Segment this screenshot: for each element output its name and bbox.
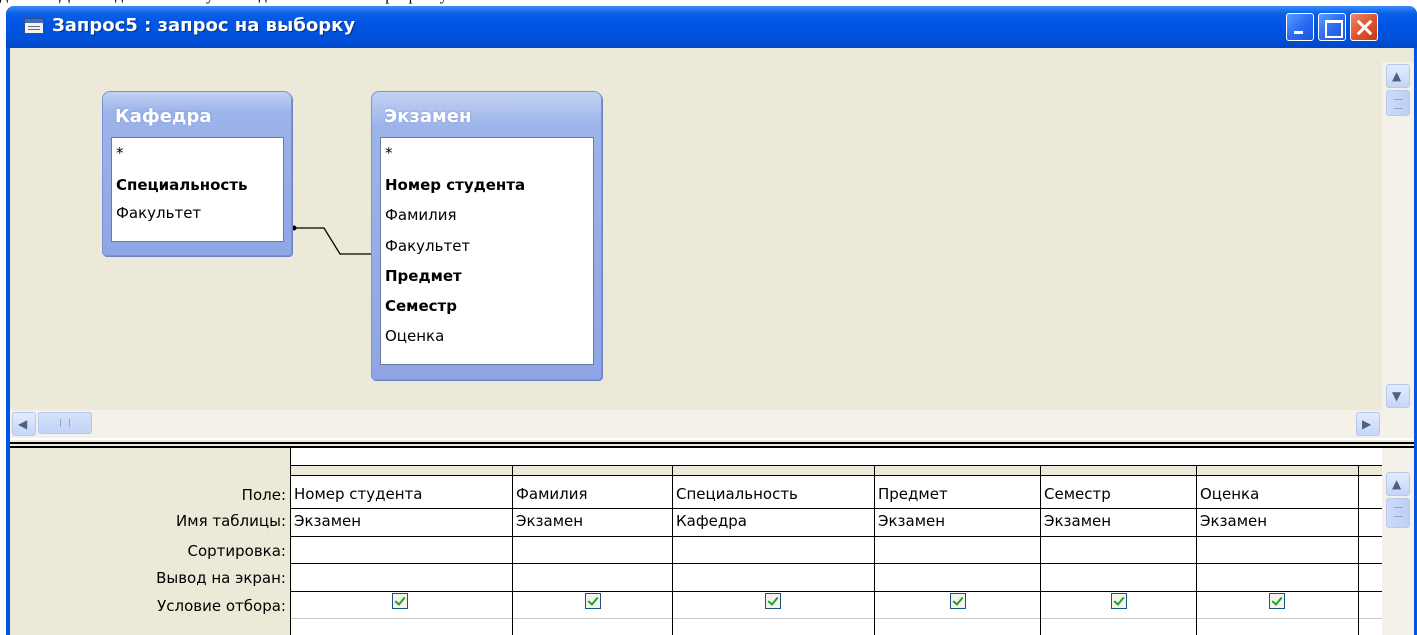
arrow-left-icon: ◀ — [18, 417, 28, 431]
field-cell[interactable]: Предмет — [878, 485, 948, 503]
table-cell[interactable]: Экзамен — [516, 512, 583, 530]
scroll-down-button[interactable]: ▼ — [1386, 384, 1410, 408]
scroll-left-button[interactable]: ◀ — [12, 412, 36, 436]
row-label-table: Имя таблицы: — [176, 512, 286, 530]
scroll-up-button[interactable]: ▲ — [1386, 472, 1410, 496]
checkbox-checked-icon[interactable] — [765, 593, 781, 609]
arrow-up-icon: ▲ — [1392, 477, 1402, 491]
table-cell[interactable]: Кафедра — [676, 512, 747, 530]
column-separator — [1358, 465, 1359, 635]
field-item[interactable]: Семестр — [385, 297, 457, 315]
grid-vertical-scrollbar[interactable]: ▲ — [1382, 448, 1414, 635]
scroll-thumb[interactable] — [1386, 90, 1410, 116]
grid-column[interactable]: Семестр Экзамен — [1041, 448, 1197, 635]
query-window-icon[interactable] — [24, 18, 44, 34]
table-cell[interactable]: Экзамен — [1044, 512, 1111, 530]
grid-column[interactable]: Номер студента Экзамен — [291, 448, 513, 635]
checkbox-checked-icon[interactable] — [585, 593, 601, 609]
table-ekzamen-field-list: * Номер студента Фамилия Факультет Предм… — [380, 137, 594, 365]
scroll-right-button[interactable]: ▶ — [1356, 412, 1380, 436]
grid-column[interactable]: Специальность Кафедра — [673, 448, 875, 635]
table-ekzamen-title: Экзамен — [384, 106, 472, 127]
table-kafedra[interactable]: Кафедра * Специальность Факультет — [102, 91, 292, 256]
field-cell[interactable]: Номер студента — [294, 485, 423, 503]
table-cell[interactable]: Экзамен — [294, 512, 361, 530]
pane-splitter[interactable] — [10, 438, 1414, 448]
field-item[interactable]: * — [116, 144, 124, 162]
title-bar[interactable]: Запрос5 : запрос на выборку — [6, 6, 1417, 48]
field-item[interactable]: Фамилия — [385, 206, 457, 224]
field-cell[interactable]: Фамилия — [516, 485, 588, 503]
qbe-grid: Номер студента Экзамен Фамилия Экзамен С… — [290, 448, 1382, 635]
field-item[interactable]: Предмет — [385, 267, 462, 285]
field-item[interactable]: Оценка — [385, 327, 444, 345]
window-client-area: Кафедра * Специальность Факультет Экзаме… — [10, 48, 1414, 635]
grid-column[interactable]: Оценка Экзамен — [1197, 448, 1359, 635]
scroll-thumb[interactable] — [1386, 498, 1410, 528]
table-ekzamen[interactable]: Экзамен * Номер студента Фамилия Факульт… — [371, 91, 602, 380]
scroll-up-button[interactable]: ▲ — [1386, 64, 1410, 88]
row-label-criteria: Условие отбора: — [157, 597, 286, 615]
close-button[interactable] — [1350, 13, 1378, 41]
table-cell[interactable]: Экзамен — [1200, 512, 1267, 530]
field-cell[interactable]: Оценка — [1200, 485, 1259, 503]
design-horizontal-scrollbar[interactable]: ◀ ▶ — [10, 410, 1414, 438]
field-cell[interactable]: Специальность — [676, 485, 798, 503]
table-kafedra-title: Кафедра — [115, 106, 212, 127]
checkbox-checked-icon[interactable] — [392, 593, 408, 609]
arrow-down-icon: ▼ — [1392, 389, 1402, 403]
field-cell[interactable]: Семестр — [1044, 485, 1111, 503]
grid-column[interactable]: Фамилия Экзамен — [513, 448, 673, 635]
table-cell[interactable]: Экзамен — [878, 512, 945, 530]
row-label-field: Поле: — [241, 486, 286, 504]
grid-column[interactable]: Предмет Экзамен — [875, 448, 1041, 635]
grid-row-labels: Поле: Имя таблицы: Сортировка: Вывод на … — [10, 448, 290, 635]
hscroll-thumb[interactable] — [38, 412, 92, 434]
field-item[interactable]: * — [385, 144, 393, 162]
arrow-up-icon: ▲ — [1392, 69, 1402, 83]
field-item[interactable]: Специальность — [116, 176, 248, 194]
relationship-line[interactable] — [290, 212, 376, 262]
row-label-show: Вывод на экран: — [156, 569, 286, 587]
minimize-button[interactable] — [1286, 13, 1314, 41]
checkbox-checked-icon[interactable] — [1111, 593, 1127, 609]
qbe-grid-area: Поле: Имя таблицы: Сортировка: Вывод на … — [10, 448, 1414, 635]
field-item[interactable]: Номер студента — [385, 176, 525, 194]
row-label-sort: Сортировка: — [187, 542, 286, 560]
checkbox-checked-icon[interactable] — [1269, 593, 1285, 609]
field-item[interactable]: Факультет — [116, 204, 201, 222]
window-title: Запрос5 : запрос на выборку — [52, 15, 356, 36]
maximize-button[interactable] — [1318, 13, 1346, 41]
checkbox-checked-icon[interactable] — [950, 593, 966, 609]
field-item[interactable]: Факультет — [385, 237, 470, 255]
arrow-right-icon: ▶ — [1362, 417, 1372, 431]
table-kafedra-field-list: * Специальность Факультет — [111, 137, 284, 242]
query-window: Запрос5 : запрос на выборку Кафедра * Сп… — [6, 6, 1417, 635]
design-vertical-scrollbar[interactable]: ▲ ▼ — [1382, 62, 1414, 410]
query-design-pane: Кафедра * Специальность Факультет Экзаме… — [10, 62, 1382, 406]
